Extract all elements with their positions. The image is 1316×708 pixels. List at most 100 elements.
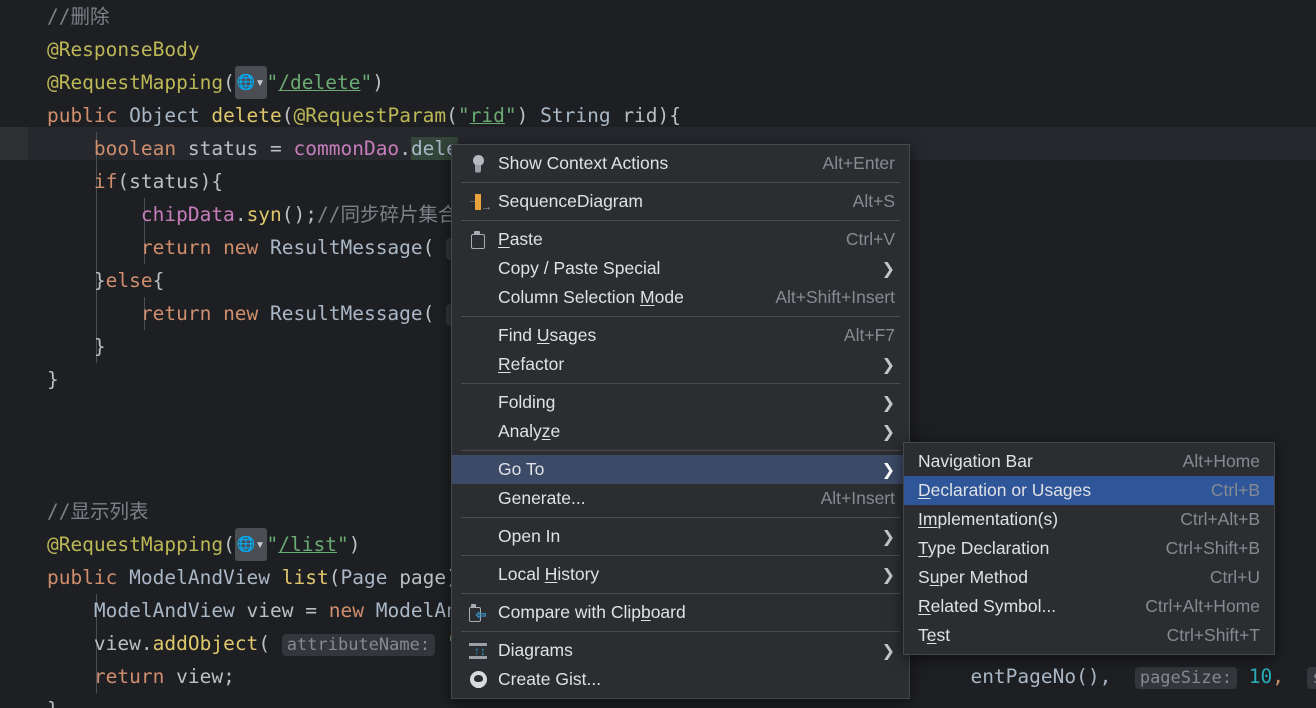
menu-icon-placeholder [466,393,490,413]
menu-item-shortcut: Ctrl+Alt+B [1180,509,1260,530]
code-right-num: 10 [1249,665,1272,688]
code-token: ModelAn [376,599,458,622]
menu-item-label: Type Declaration [918,538,1140,559]
code-token: view [0,632,141,655]
code-token: ModelAndView [0,599,247,622]
code-token: " [360,71,372,94]
menu-item-analyze[interactable]: Analyze ❯ [452,417,909,446]
code-token: //删除 [0,5,109,28]
url-globe-icon[interactable]: 🌐▾ [235,528,267,561]
menu-item-shortcut: Alt+Shift+Insert [775,287,895,308]
submenu-item-test[interactable]: TestCtrl+Shift+T [904,621,1274,650]
code-token: return [0,236,223,259]
menu-item-generate[interactable]: Generate...Alt+Insert [452,484,909,513]
code-token: view [247,599,306,622]
code-token: ResultMessage [270,236,423,259]
menu-separator [461,182,900,183]
menu-item-label: Generate... [498,488,795,509]
submenu-item-implementation-s[interactable]: Implementation(s) Ctrl+Alt+B [904,505,1274,534]
menu-item-local-history[interactable]: Local History❯ [452,560,909,589]
url-globe-icon[interactable]: 🌐▾ [235,66,267,99]
menu-icon-placeholder [466,326,490,346]
menu-item-label: Implementation(s) [918,509,1154,530]
code-token: " [505,104,517,127]
code-token: ( [282,104,294,127]
menu-item-go-to[interactable]: Go To❯ [452,455,909,484]
chevron-right-icon: ❯ [882,641,895,660]
submenu-item-related-symbol[interactable]: Related Symbol...Ctrl+Alt+Home [904,592,1274,621]
menu-item-shortcut: Ctrl+Shift+B [1166,538,1260,559]
menu-item-label: Find Usages [498,325,818,346]
chevron-right-icon: ❯ [882,355,895,374]
code-token: ( [423,236,446,259]
compare-clipboard-icon: ⇦ [466,603,490,623]
menu-icon-placeholder [466,460,490,480]
menu-item-compare-with-clipboard[interactable]: ⇦ Compare with Clipboard [452,598,909,627]
menu-item-diagrams[interactable]: ↑↕Diagrams❯ [452,636,909,665]
menu-item-folding[interactable]: Folding❯ [452,388,909,417]
code-token: public [0,104,129,127]
menu-separator [461,450,900,451]
menu-item-sequencediagram[interactable]: →→SequenceDiagramAlt+S [452,187,909,216]
code-token: " [458,104,470,127]
go-to-submenu[interactable]: Navigation BarAlt+HomeDeclaration or Usa… [903,442,1275,655]
code-token: rid [622,104,657,127]
menu-item-label: Open In [498,526,862,547]
code-token: ( [329,566,341,589]
menu-item-shortcut: Ctrl+B [1211,480,1260,501]
menu-item-refactor[interactable]: Refactor ❯ [452,350,909,379]
chevron-right-icon: ❯ [882,259,895,278]
code-token: Page [340,566,399,589]
code-string-link[interactable]: /list [278,533,337,556]
code-token: ; [223,665,235,688]
code-token: String [540,104,622,127]
code-token: page [399,566,446,589]
menu-item-create-gist[interactable]: Create Gist... [452,665,909,694]
code-token: else [106,269,153,292]
menu-item-open-in[interactable]: Open In❯ [452,522,909,551]
menu-item-label: Compare with Clipboard [498,602,895,623]
code-token: status [188,137,270,160]
submenu-item-navigation-bar[interactable]: Navigation BarAlt+Home [904,447,1274,476]
code-right-comma: , [1272,665,1284,688]
chevron-right-icon: ❯ [882,393,895,412]
menu-item-label: Column Selection Mode [498,287,749,308]
code-token: public [0,566,129,589]
editor-context-menu[interactable]: Show Context ActionsAlt+Enter →→SequenceD… [451,144,910,699]
code-token: @RequestMapping [0,533,223,556]
menu-item-column-selection-mode[interactable]: Column Selection Mode Alt+Shift+Insert [452,283,909,312]
menu-item-copy-paste-special[interactable]: Copy / Paste Special❯ [452,254,909,283]
menu-item-label: Refactor [498,354,862,375]
code-token: } [0,698,59,708]
menu-item-shortcut: Alt+F7 [844,325,895,346]
menu-icon-placeholder [466,422,490,442]
menu-item-find-usages[interactable]: Find Usages Alt+F7 [452,321,909,350]
code-line: public Object delete(@RequestParam("rid"… [0,99,1316,132]
code-token: ModelAndView [129,566,282,589]
submenu-item-type-declaration[interactable]: Type Declaration Ctrl+Shift+B [904,534,1274,563]
code-token: " [267,71,279,94]
menu-item-label: Related Symbol... [918,596,1119,617]
code-token: ) [372,71,384,94]
diagrams-icon: ↑↕ [466,641,490,661]
code-token: Object [129,104,211,127]
menu-item-paste[interactable]: Paste Ctrl+V [452,225,909,254]
code-token: new [223,302,270,325]
menu-icon-placeholder [466,355,490,375]
chevron-right-icon: ❯ [882,565,895,584]
menu-item-show-context-actions[interactable]: Show Context ActionsAlt+Enter [452,149,909,178]
code-token: } [0,269,106,292]
chevron-right-icon: ❯ [882,422,895,441]
code-string-link[interactable]: rid [470,104,505,127]
code-token: . [399,137,411,160]
menu-item-label: Paste [498,229,820,250]
menu-item-shortcut: Ctrl+V [846,229,895,250]
code-string-link[interactable]: /delete [278,71,360,94]
submenu-item-super-method[interactable]: Super MethodCtrl+U [904,563,1274,592]
submenu-item-declaration-or-usages[interactable]: Declaration or UsagesCtrl+B [904,476,1274,505]
code-hint-sql: sql: [1307,667,1316,689]
menu-item-label: Go To [498,459,862,480]
menu-item-label: Analyze [498,421,862,442]
code-token: new [329,599,376,622]
code-token: ) [349,533,361,556]
